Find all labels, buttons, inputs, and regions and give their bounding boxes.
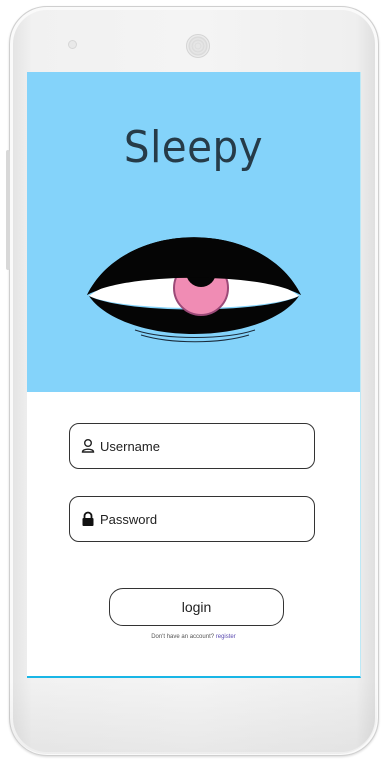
eye-illustration	[87, 237, 301, 343]
username-input[interactable]	[100, 424, 300, 468]
phone-side-button	[6, 150, 10, 270]
signup-prompt-text: Don't have an account?	[151, 634, 215, 640]
hero-banner: Sleepy	[27, 72, 360, 392]
password-input[interactable]	[100, 497, 300, 541]
lock-icon	[82, 511, 94, 526]
password-field[interactable]	[69, 496, 315, 542]
phone-chin	[9, 680, 377, 754]
app-screen: Sleepy Username login Don't have an acco…	[27, 72, 361, 678]
signup-prompt: Don't have an account? register	[27, 634, 360, 640]
login-button[interactable]: login	[109, 588, 284, 626]
register-link[interactable]: register	[216, 634, 236, 640]
user-icon	[81, 439, 95, 453]
app-title: Sleepy	[123, 122, 264, 173]
username-field[interactable]	[69, 423, 315, 469]
earpiece-speaker	[186, 34, 210, 58]
front-sensor	[68, 40, 77, 49]
